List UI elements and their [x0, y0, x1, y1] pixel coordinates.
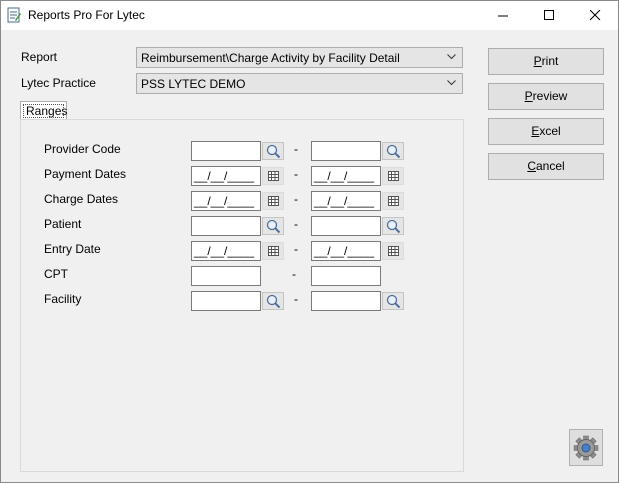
preview-label: review	[532, 89, 568, 103]
settings-button[interactable]	[569, 429, 603, 466]
preview-button[interactable]: Preview	[488, 83, 604, 110]
range-label-cpt: CPT	[44, 267, 68, 281]
search-icon	[386, 219, 401, 234]
date-mask: __/__/____	[314, 244, 375, 258]
range-separator: -	[294, 242, 298, 256]
range-separator: -	[294, 167, 298, 181]
print-button[interactable]: Print	[488, 48, 604, 75]
chevron-down-icon	[447, 80, 456, 86]
payment-dates-to-calendar-button[interactable]	[382, 167, 404, 185]
close-button[interactable]	[573, 1, 618, 30]
minimize-icon	[498, 15, 508, 17]
range-label-provider-code: Provider Code	[44, 142, 121, 156]
range-label-patient: Patient	[44, 217, 82, 231]
practice-label: Lytec Practice	[21, 76, 96, 90]
close-icon	[590, 10, 601, 21]
search-icon	[386, 144, 401, 159]
report-label: Report	[21, 50, 58, 64]
date-mask: __/__/____	[314, 169, 375, 183]
range-separator: -	[294, 142, 298, 156]
report-app-icon	[7, 7, 22, 23]
range-label-payment-dates: Payment Dates	[44, 167, 127, 181]
preview-accel: P	[524, 89, 533, 103]
maximize-icon	[544, 10, 554, 20]
charge-dates-to-calendar-button[interactable]	[382, 192, 404, 210]
entry-date-from-field[interactable]: __/__/____	[191, 241, 261, 261]
calendar-icon	[388, 171, 399, 181]
search-icon	[386, 294, 401, 309]
provider-code-to-lookup-button[interactable]	[382, 142, 404, 160]
gear-icon	[573, 435, 599, 461]
date-mask: __/__/____	[314, 194, 375, 208]
tab-ranges[interactable]: Ranges	[20, 101, 67, 120]
range-separator: -	[294, 192, 298, 206]
report-select-value: Reimbursement\Charge Activity by Facilit…	[141, 51, 400, 65]
title-bar: Reports Pro For Lytec	[1, 1, 618, 30]
patient-to-field[interactable]	[311, 216, 381, 236]
excel-label: xcel	[539, 124, 561, 138]
search-icon	[266, 219, 281, 234]
facility-to-lookup-button[interactable]	[382, 292, 404, 310]
focus-rect	[23, 104, 64, 118]
payment-dates-from-calendar-button[interactable]	[262, 167, 284, 185]
search-icon	[266, 294, 281, 309]
cancel-button[interactable]: Cancel	[488, 153, 604, 180]
date-mask: __/__/____	[194, 169, 255, 183]
facility-from-field[interactable]	[191, 291, 261, 311]
provider-code-from-lookup-button[interactable]	[262, 142, 284, 160]
reports-pro-window: Reports Pro For Lytec Report Reimburseme…	[0, 0, 619, 483]
range-separator: -	[292, 267, 296, 281]
dialog-body: Report Reimbursement\Charge Activity by …	[1, 30, 618, 482]
calendar-icon	[268, 246, 279, 256]
calendar-icon	[388, 196, 399, 206]
provider-code-to-field[interactable]	[311, 141, 381, 161]
excel-button[interactable]: Excel	[488, 118, 604, 145]
patient-from-field[interactable]	[191, 216, 261, 236]
range-label-entry-date: Entry Date	[44, 242, 101, 256]
entry-date-to-calendar-button[interactable]	[382, 242, 404, 260]
minimize-button[interactable]	[481, 1, 526, 30]
facility-from-lookup-button[interactable]	[262, 292, 284, 310]
search-icon	[266, 144, 281, 159]
range-label-facility: Facility	[44, 292, 82, 306]
patient-from-lookup-button[interactable]	[262, 217, 284, 235]
print-label: rint	[541, 54, 559, 68]
cancel-label: ancel	[535, 159, 565, 173]
cpt-from-field[interactable]	[191, 266, 261, 286]
practice-select[interactable]: PSS LYTEC DEMO	[136, 73, 463, 94]
date-mask: __/__/____	[194, 194, 255, 208]
entry-date-from-calendar-button[interactable]	[262, 242, 284, 260]
charge-dates-to-field[interactable]: __/__/____	[311, 191, 381, 211]
practice-select-value: PSS LYTEC DEMO	[141, 77, 246, 91]
calendar-icon	[388, 246, 399, 256]
calendar-icon	[268, 171, 279, 181]
patient-to-lookup-button[interactable]	[382, 217, 404, 235]
charge-dates-from-calendar-button[interactable]	[262, 192, 284, 210]
maximize-button[interactable]	[527, 1, 572, 30]
charge-dates-from-field[interactable]: __/__/____	[191, 191, 261, 211]
cancel-accel: C	[527, 159, 536, 173]
entry-date-to-field[interactable]: __/__/____	[311, 241, 381, 261]
range-separator: -	[294, 292, 298, 306]
window-title: Reports Pro For Lytec	[28, 8, 145, 22]
payment-dates-to-field[interactable]: __/__/____	[311, 166, 381, 186]
date-mask: __/__/____	[194, 244, 255, 258]
report-select[interactable]: Reimbursement\Charge Activity by Facilit…	[136, 47, 463, 68]
range-separator: -	[294, 217, 298, 231]
cpt-to-field[interactable]	[311, 266, 381, 286]
chevron-down-icon	[447, 54, 456, 60]
print-accel: P	[533, 54, 542, 68]
facility-to-field[interactable]	[311, 291, 381, 311]
range-label-charge-dates: Charge Dates	[44, 192, 119, 206]
calendar-icon	[268, 196, 279, 206]
provider-code-from-field[interactable]	[191, 141, 261, 161]
payment-dates-from-field[interactable]: __/__/____	[191, 166, 261, 186]
